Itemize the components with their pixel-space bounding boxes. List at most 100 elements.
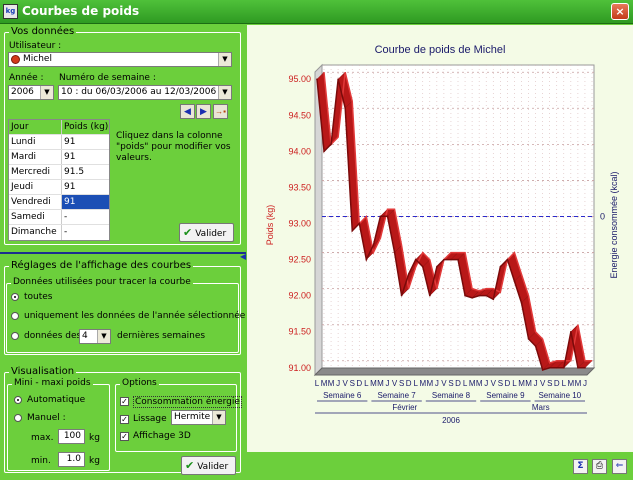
x-day-label: M [370,379,377,388]
max-input[interactable]: 100 [58,429,85,444]
x-day-label: L [414,379,419,388]
radio-all[interactable] [11,293,19,301]
weight-cell[interactable]: - [62,225,109,240]
weight-cell-selected[interactable]: 91 [62,195,109,209]
table-row[interactable]: Vendredi 91 [9,195,109,210]
weight-cell[interactable]: 91 [62,135,109,149]
data-point [379,215,382,218]
weight-cell[interactable]: 91 [62,180,109,194]
x-month-label: Mars [532,403,550,412]
validate-data-button[interactable]: ✔ Valider [179,223,234,242]
edit-hint: Cliquez dans la colonne "poids" pour mod… [116,131,231,163]
year-label: Année : [9,73,44,83]
data-point [563,366,565,369]
x-week-label: Semaine 8 [432,391,471,400]
data-point [393,251,396,254]
x-day-label: D [406,379,412,388]
back-icon[interactable]: ⇐ [612,459,627,474]
day-cell: Dimanche [9,225,62,240]
x-day-label: M [321,379,328,388]
weight-table: Jour Poids (kg) Lundi 91 Mardi 91 Mercredi… [8,119,110,241]
table-row[interactable]: Dimanche - [9,225,109,240]
y-tick-label: 93.00 [288,219,311,229]
chevron-down-icon: ▼ [40,86,53,99]
day-cell: Mercredi [9,165,62,179]
data-point [400,294,403,297]
radio-year[interactable] [11,312,19,320]
data-point [520,302,523,304]
last-week-button[interactable]: →▪ [213,104,228,119]
options-label: Options [120,378,159,388]
data-point [365,258,368,261]
x-day-label: S [350,379,355,388]
table-row[interactable]: Samedi - [9,210,109,225]
x-day-label: L [315,379,320,388]
x-day-label: D [505,379,511,388]
x-day-label: V [540,379,546,388]
table-row[interactable]: Lundi 91 [9,135,109,150]
x-day-label: J [534,379,538,388]
day-cell: Mardi [9,150,62,164]
min-label: min. [31,456,51,466]
data-point [429,294,431,297]
radio-last-weeks[interactable] [11,332,19,340]
x-day-label: S [448,379,453,388]
radio-auto[interactable] [14,396,22,404]
table-row[interactable]: Jeudi 91 [9,180,109,195]
weight-cell[interactable]: 91 [62,150,109,164]
table-row[interactable]: Mardi 91 [9,150,109,165]
prev-week-button[interactable]: ◀ [180,104,195,119]
vos-donnees-label: Vos données [9,26,77,37]
x-day-label: S [498,379,503,388]
x-day-label: L [463,379,468,388]
export-icon[interactable]: Ʃ [573,459,588,474]
next-week-button[interactable]: ▶ [196,104,211,119]
radio-all-label: toutes [24,292,53,302]
x-day-label: V [491,379,497,388]
x-day-label: L [562,379,567,388]
collapse-arrow-icon[interactable]: ◀ [240,252,246,261]
radio-last-suffix: dernières semaines [117,331,206,341]
validate-data-label: Valider [195,229,227,239]
user-value: Michel [23,54,52,64]
print-icon[interactable]: ⎙ [592,459,607,474]
data-point [358,222,361,225]
radio-manual[interactable] [14,414,22,422]
weight-cell[interactable]: - [62,210,109,224]
y-tick-label: 94.50 [288,110,311,120]
year-select[interactable]: 2006 ▼ [8,85,54,100]
data-point [372,244,375,246]
chart-panel: Courbe de poids de Michel 95.00 94.50 94.00… [247,25,633,452]
radio-manual-label: Manuel : [27,413,66,423]
data-point [337,78,339,81]
y-tick-label: 93.50 [288,182,311,192]
y-tick-label: 95.00 [288,74,311,84]
data-point [499,265,502,268]
year-value: 2006 [11,87,34,97]
smooth-select[interactable]: Hermite ▼ [171,410,226,425]
user-select[interactable]: Michel ▼ [8,52,232,67]
x-day-label: S [399,379,404,388]
data-point [541,369,544,371]
x-day-label: J [435,379,439,388]
checkbox-energy-label: Consommation énergie [133,396,242,408]
x-year-label: 2006 [442,416,460,425]
checkbox-energy[interactable]: ✓ [120,397,129,406]
radio-last-prefix: données des [24,331,82,341]
min-input[interactable]: 1.0 [58,452,85,467]
weeks-count-select[interactable]: 4 ▼ [79,329,111,344]
table-row[interactable]: Mercredi 91.5 [9,165,109,180]
x-day-label: D [455,379,461,388]
close-button[interactable]: × [611,3,629,20]
x-week-label: Semaine 9 [486,391,525,400]
day-cell: Jeudi [9,180,62,194]
weight-cell[interactable]: 91.5 [62,165,109,179]
checkbox-smooth[interactable]: ✓ [120,415,129,424]
validate-visu-button[interactable]: ✔ Valider [181,456,236,475]
y-tick-label: 94.00 [288,146,311,156]
week-select[interactable]: 10 : du 06/03/2006 au 12/03/2006 ▼ [58,85,232,100]
data-point [478,294,481,297]
checkbox-3d[interactable]: ✓ [120,432,129,441]
day-cell: Vendredi [9,195,62,209]
minmax-label: Mini - maxi poids [12,378,93,388]
